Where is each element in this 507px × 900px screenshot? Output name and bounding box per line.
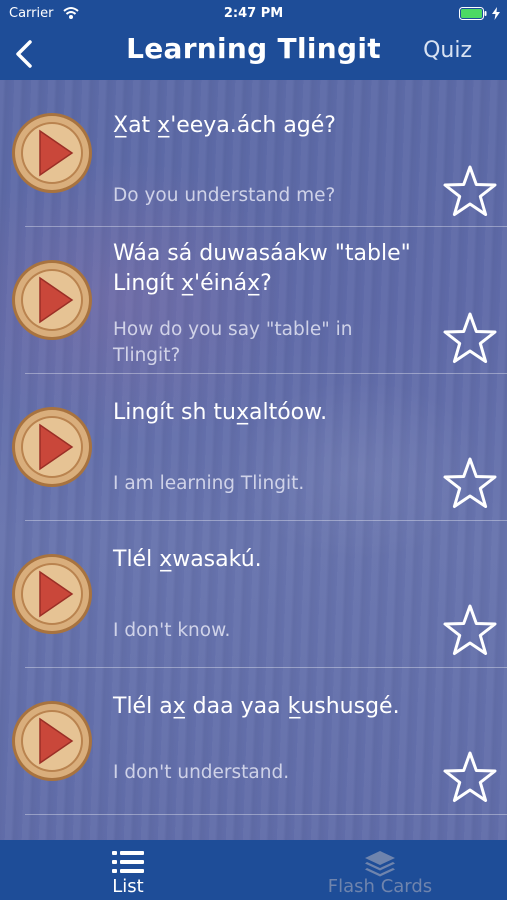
tab-bar: List Flash Cards	[0, 840, 507, 900]
quiz-button[interactable]: Quiz	[423, 38, 472, 63]
stack-icon	[365, 851, 395, 877]
list-icon	[112, 851, 144, 873]
english-translation: Do you understand me?	[113, 185, 336, 206]
play-audio-button[interactable]	[11, 700, 93, 782]
list-item: Lingít sh tux̲altóow. I am learning Tlin…	[0, 374, 507, 521]
tlingit-phrase: X̲at x̲'eeya.ách agé?	[113, 113, 336, 138]
tab-list-label: List	[112, 876, 144, 897]
play-audio-button[interactable]	[11, 259, 93, 341]
status-time: 2:47 PM	[223, 6, 284, 21]
list-item: Tlél x̲wasakú. I don't know.	[0, 521, 507, 668]
tlingit-phrase: Wáa sá duwasáakw "table" Lingít x̲'éináx…	[113, 241, 411, 296]
favorite-star-icon[interactable]	[441, 164, 499, 219]
play-audio-button[interactable]	[11, 112, 93, 194]
back-button[interactable]	[10, 36, 40, 72]
favorite-star-icon[interactable]	[441, 603, 499, 658]
play-audio-button[interactable]	[11, 406, 93, 488]
navigation-bar: Learning Tlingit Quiz	[0, 28, 507, 80]
list-item: Tlél ax̲ daa yaa k̲ushusgé. I don't unde…	[0, 668, 507, 815]
english-translation: I am learning Tlingit.	[113, 473, 305, 494]
play-audio-button[interactable]	[11, 553, 93, 635]
status-bar: Carrier 2:47 PM	[0, 0, 507, 28]
tab-flash-cards-label: Flash Cards	[327, 876, 433, 897]
tab-flash-cards[interactable]: Flash Cards	[300, 840, 460, 900]
list-item: Wáa sá duwasáakw "table" Lingít x̲'éináx…	[0, 227, 507, 374]
english-translation: I don't know.	[113, 620, 231, 641]
app-screen: Carrier 2:47 PM Learning Tlingit Quiz X̲…	[0, 0, 507, 900]
charging-icon	[492, 7, 500, 20]
english-translation: How do you say "table" in Tlingit?	[113, 319, 353, 366]
favorite-star-icon[interactable]	[441, 750, 499, 805]
favorite-star-icon[interactable]	[441, 456, 499, 511]
tlingit-phrase: Tlél ax̲ daa yaa k̲ushusgé.	[113, 694, 400, 719]
phrase-list: X̲at x̲'eeya.ách agé? Do you understand …	[0, 80, 507, 815]
tlingit-phrase: Lingít sh tux̲altóow.	[113, 400, 328, 425]
english-translation: I don't understand.	[113, 762, 290, 783]
tlingit-phrase: Tlél x̲wasakú.	[113, 547, 262, 572]
battery-icon	[459, 7, 487, 20]
favorite-star-icon[interactable]	[441, 311, 499, 366]
tab-list[interactable]: List	[88, 840, 168, 900]
list-item: X̲at x̲'eeya.ách agé? Do you understand …	[0, 80, 507, 227]
